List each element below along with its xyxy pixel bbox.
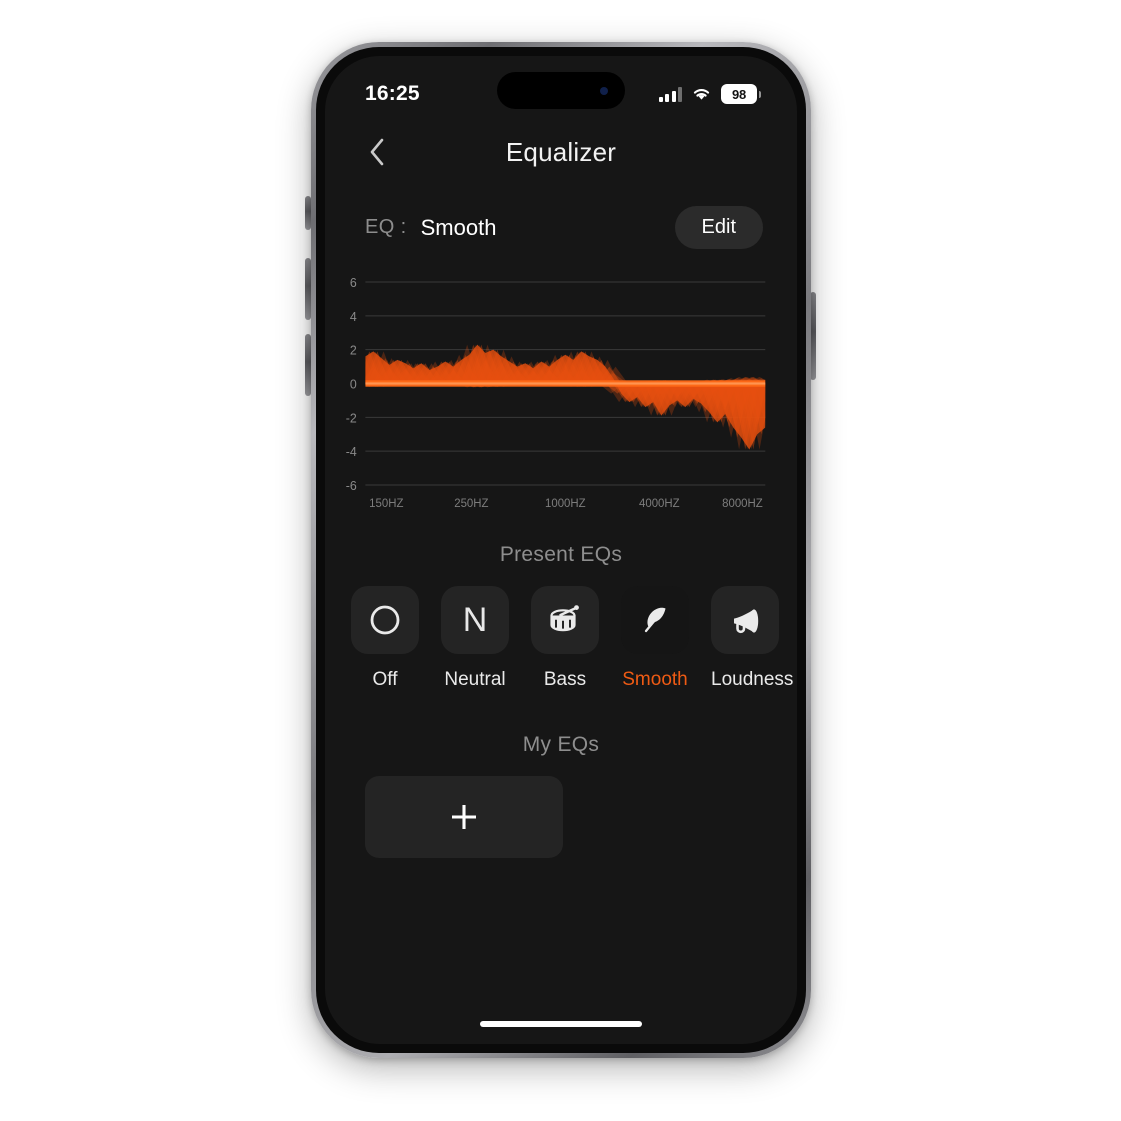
eq-label: EQ : bbox=[365, 216, 407, 238]
back-button[interactable] bbox=[359, 134, 395, 170]
svg-text:-4: -4 bbox=[346, 445, 357, 459]
circle-icon bbox=[370, 605, 400, 635]
wifi-icon bbox=[693, 89, 710, 100]
page-title: Equalizer bbox=[505, 136, 617, 167]
preset-eq-tile[interactable] bbox=[351, 586, 419, 654]
svg-text:250HZ: 250HZ bbox=[454, 497, 488, 510]
svg-text:2: 2 bbox=[350, 343, 357, 357]
letter-n-icon: N bbox=[462, 601, 488, 639]
nav-bar: Equalizer bbox=[325, 118, 797, 186]
plus-icon bbox=[452, 805, 476, 829]
home-indicator[interactable] bbox=[480, 1021, 642, 1027]
svg-text:-6: -6 bbox=[346, 479, 357, 493]
preset-eq-neutral[interactable]: N Neutral bbox=[441, 586, 509, 691]
preset-eq-tile[interactable]: N bbox=[441, 586, 509, 654]
preset-eq-loudness[interactable]: Loudness bbox=[711, 586, 794, 691]
eq-current-value: Smooth bbox=[420, 214, 497, 240]
dynamic-island bbox=[497, 72, 625, 109]
eq-header-row: EQ : Smooth Edit bbox=[325, 206, 797, 249]
eq-chart: 6 4 2 0 -2 -4 -6 150HZ 250HZ 1000HZ 4000HZ 8000HZ bbox=[325, 274, 797, 519]
svg-text:8000HZ: 8000HZ bbox=[722, 497, 763, 510]
present-eqs-title: Present EQs bbox=[499, 543, 623, 566]
svg-text:4: 4 bbox=[350, 310, 357, 324]
preset-eq-off[interactable]: Off bbox=[351, 586, 419, 691]
my-eqs-title: My EQs bbox=[522, 733, 600, 756]
drum-icon bbox=[550, 605, 579, 632]
preset-eq-bass[interactable]: Bass bbox=[531, 586, 599, 691]
svg-text:4000HZ: 4000HZ bbox=[639, 497, 680, 510]
preset-eq-tile[interactable] bbox=[531, 586, 599, 654]
preset-eq-tile[interactable] bbox=[621, 586, 689, 654]
phone-bezel: 16:25 98 Equalizer EQ: Smooth Edit 6 4 … bbox=[316, 47, 806, 1053]
battery-level: 98 bbox=[731, 86, 747, 102]
eq-chart-svg: 6 4 2 0 -2 -4 -6 150HZ 250HZ 1000HZ 4000HZ 8000HZ bbox=[346, 276, 766, 510]
preset-eq-label: Smooth bbox=[622, 669, 688, 690]
megaphone-icon bbox=[734, 609, 759, 634]
svg-text:6: 6 bbox=[350, 276, 357, 290]
svg-text:-2: -2 bbox=[346, 411, 357, 425]
add-eq-button[interactable] bbox=[365, 776, 563, 858]
screenshot-stage: 16:25 98 Equalizer EQ: Smooth Edit 6 4 … bbox=[0, 0, 1121, 1121]
preset-eq-tile[interactable] bbox=[711, 586, 779, 654]
chevron-left-icon bbox=[370, 138, 384, 166]
phone-screen: 16:25 98 Equalizer EQ: Smooth Edit 6 4 … bbox=[325, 56, 797, 1044]
status-bar: 16:25 98 bbox=[325, 56, 797, 118]
preset-eq-label: Neutral bbox=[444, 669, 506, 690]
front-camera-icon bbox=[600, 86, 608, 95]
status-time: 16:25 bbox=[365, 82, 420, 105]
cellular-bars-icon bbox=[658, 86, 682, 102]
preset-eq-label: Bass bbox=[543, 669, 587, 690]
preset-eq-label: Off bbox=[372, 669, 398, 690]
preset-eq-smooth[interactable]: Smooth bbox=[621, 586, 689, 691]
battery-icon: 98 bbox=[721, 84, 761, 104]
svg-text:0: 0 bbox=[350, 377, 357, 391]
svg-text:1000HZ: 1000HZ bbox=[545, 497, 586, 510]
phone-frame: 16:25 98 Equalizer EQ: Smooth Edit 6 4 … bbox=[311, 42, 811, 1058]
svg-text:150HZ: 150HZ bbox=[369, 497, 403, 510]
feather-icon bbox=[644, 607, 666, 633]
status-icons: 98 bbox=[658, 84, 761, 104]
preset-eq-label: Loudness bbox=[711, 669, 794, 690]
edit-button[interactable]: Edit bbox=[674, 206, 763, 249]
preset-eq-list: Off N Neutral Bass Smooth Loudness bbox=[325, 586, 797, 691]
